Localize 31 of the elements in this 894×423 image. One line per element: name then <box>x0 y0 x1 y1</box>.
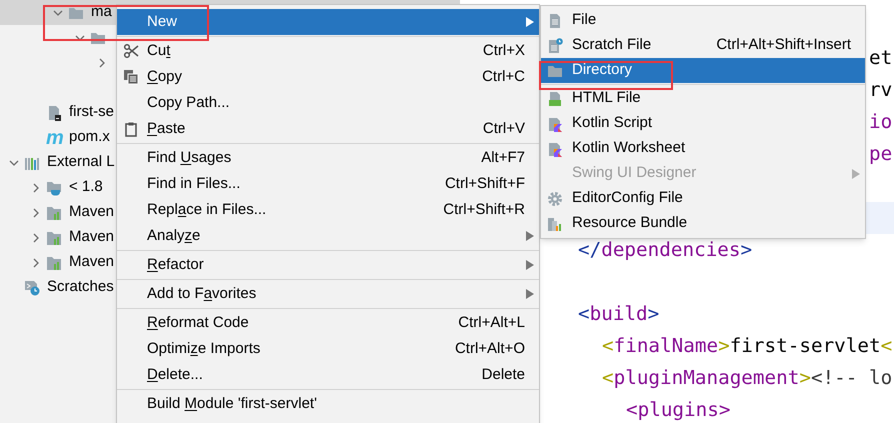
shortcut-label: Ctrl+V <box>482 118 525 139</box>
code-token: rv <box>869 80 892 100</box>
code-token: dependencies <box>601 240 741 260</box>
code-token: < <box>578 304 590 324</box>
code-token: build <box>590 304 648 324</box>
shortcut-label: Ctrl+Shift+R <box>442 200 525 220</box>
code-token: pe <box>869 144 892 164</box>
shortcut-label: Ctrl+Shift+F <box>444 174 525 194</box>
code-token: > <box>740 240 752 260</box>
code-token: <!-- lo <box>810 368 892 388</box>
code-token: < <box>880 336 892 356</box>
code-token: finalName <box>614 336 718 356</box>
code-token: pluginManagement <box>614 368 800 388</box>
code-token: < <box>602 336 614 356</box>
shortcut-label: Alt+F7 <box>480 148 525 168</box>
code-token: > <box>718 336 730 356</box>
code-token: first-servlet <box>730 336 881 356</box>
code-token: <plugins> <box>626 400 730 420</box>
letter-m-icon: m <box>46 130 64 146</box>
code-token: > <box>648 304 660 324</box>
code-token: et <box>869 48 892 68</box>
code-token: < <box>602 368 614 388</box>
code-token: > <box>799 368 811 388</box>
shortcut-label: Ctrl+Alt+O <box>454 338 525 359</box>
code-token: </ <box>578 240 602 260</box>
code-token: io <box>869 112 892 132</box>
shortcut-label: Ctrl+X <box>482 40 525 61</box>
shortcut-label: Ctrl+Alt+L <box>457 312 525 333</box>
shortcut-label: Ctrl+C <box>481 66 525 87</box>
shortcut-label: Delete <box>480 364 525 385</box>
shortcut-label: Ctrl+Alt+Shift+Insert <box>715 35 851 56</box>
